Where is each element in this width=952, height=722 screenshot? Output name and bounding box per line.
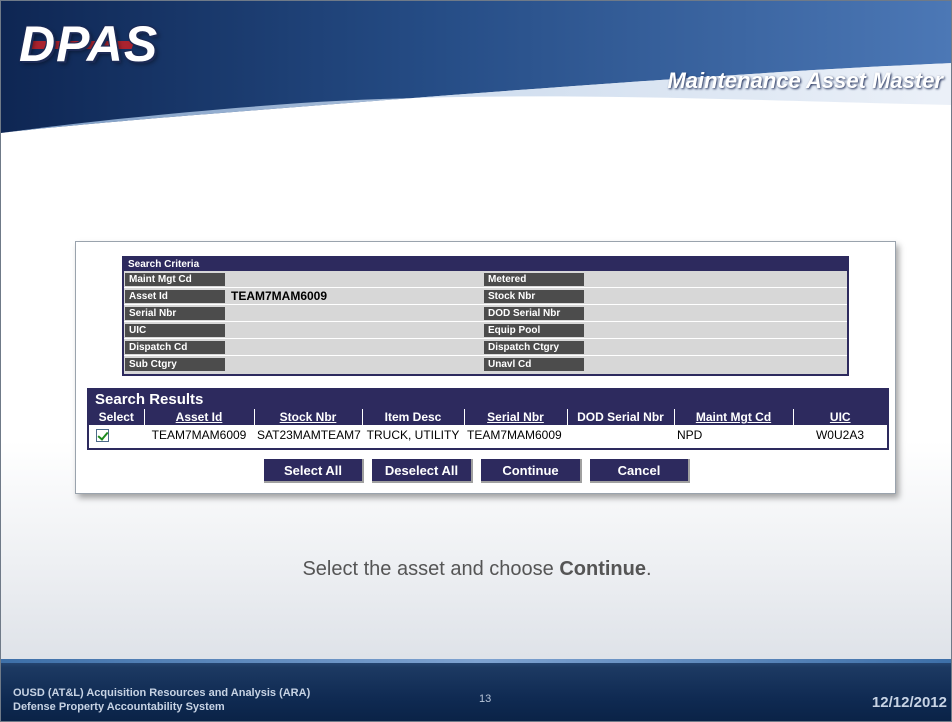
footer-org: OUSD (AT&L) Acquisition Resources and An… bbox=[13, 686, 310, 714]
row-select-checkbox[interactable] bbox=[96, 428, 109, 442]
criteria-row: Asset Id TEAM7MAM6009 Stock Nbr bbox=[124, 288, 847, 305]
continue-button[interactable]: Continue bbox=[481, 459, 582, 483]
serial-nbr-cell: TEAM7MAM6009 bbox=[467, 427, 562, 442]
search-results-table: Select Asset Id Stock Nbr Item Desc Seri… bbox=[89, 409, 887, 444]
stock-nbr-label: Stock Nbr bbox=[484, 290, 584, 303]
uic-label: UIC bbox=[125, 324, 225, 337]
cancel-button[interactable]: Cancel bbox=[590, 459, 690, 483]
search-results-title: Search Results bbox=[89, 390, 887, 409]
instruction-text: Select the asset and choose Continue. bbox=[1, 558, 951, 581]
criteria-row: Maint Mgt Cd Metered bbox=[124, 271, 847, 288]
page-title: Maintenance Asset Master bbox=[667, 68, 943, 93]
col-header-serial-nbr[interactable]: Serial Nbr bbox=[463, 409, 567, 425]
unavl-cd-label: Unavl Cd bbox=[484, 358, 584, 371]
page-number: 13 bbox=[479, 693, 492, 705]
criteria-row: Dispatch Cd Dispatch Ctgry bbox=[124, 339, 847, 356]
col-header-uic[interactable]: UIC bbox=[792, 409, 887, 425]
footer-org-line1: OUSD (AT&L) Acquisition Resources and An… bbox=[13, 687, 311, 699]
dod-serial-nbr-label: DOD Serial Nbr bbox=[484, 307, 584, 320]
search-results-panel: Search Results Select Asset Id Stock Nbr… bbox=[87, 388, 889, 450]
maint-mgt-cd-cell: NPD bbox=[677, 427, 703, 442]
dispatch-ctgry-label: Dispatch Ctgry bbox=[484, 341, 584, 354]
dispatch-cd-label: Dispatch Cd bbox=[125, 341, 225, 354]
footer-org-line2: Defense Property Accountability System bbox=[13, 701, 225, 713]
criteria-row: Serial Nbr DOD Serial Nbr bbox=[124, 305, 847, 322]
asset-id-value: TEAM7MAM6009 bbox=[231, 289, 328, 303]
col-header-asset-id[interactable]: Asset Id bbox=[143, 409, 254, 425]
instruction-suffix: . bbox=[645, 558, 652, 580]
slide: DPAS Maintenance Asset Master Search Cri… bbox=[0, 0, 952, 722]
deselect-all-button[interactable]: Deselect All bbox=[372, 459, 473, 483]
header-band: DPAS Maintenance Asset Master bbox=[1, 1, 951, 136]
col-header-dod-serial-nbr: DOD Serial Nbr bbox=[566, 409, 674, 425]
uic-cell: W0U2A3 bbox=[815, 427, 865, 442]
col-header-stock-nbr[interactable]: Stock Nbr bbox=[253, 409, 362, 425]
select-cell bbox=[89, 425, 144, 444]
table-row: TEAM7MAM6009 SAT23MAMTEAM7 TRUCK, UTILIT… bbox=[89, 425, 887, 444]
serial-nbr-label: Serial Nbr bbox=[125, 307, 225, 320]
dod-serial-nbr-cell bbox=[567, 425, 674, 444]
col-header-maint-mgt-cd[interactable]: Maint Mgt Cd bbox=[673, 409, 793, 425]
metered-label: Metered bbox=[484, 273, 584, 286]
dpas-logo: DPAS bbox=[19, 16, 159, 72]
col-header-select: Select bbox=[89, 409, 144, 425]
item-desc-cell: TRUCK, UTILITY bbox=[366, 427, 460, 442]
instruction-prefix: Select the asset and choose bbox=[302, 558, 560, 580]
select-all-button[interactable]: Select All bbox=[264, 459, 364, 483]
asset-id-label: Asset Id bbox=[125, 290, 225, 303]
col-header-item-desc: Item Desc bbox=[361, 409, 464, 425]
search-criteria-title: Search Criteria bbox=[124, 258, 847, 271]
instruction-emphasis: Continue bbox=[559, 558, 646, 580]
maint-mgt-cd-label: Maint Mgt Cd bbox=[125, 273, 225, 286]
asset-id-cell: TEAM7MAM6009 bbox=[151, 427, 247, 442]
criteria-row: UIC Equip Pool bbox=[124, 322, 847, 339]
footer-divider bbox=[1, 659, 951, 663]
sub-ctgry-label: Sub Ctgry bbox=[125, 358, 225, 371]
stock-nbr-cell: SAT23MAMTEAM7 bbox=[257, 427, 361, 442]
footer-date: 12/12/2012 bbox=[871, 694, 947, 711]
footer: OUSD (AT&L) Acquisition Resources and An… bbox=[1, 659, 951, 721]
equip-pool-label: Equip Pool bbox=[484, 324, 584, 337]
asset-search-dialog: Search Criteria Maint Mgt Cd Metered Ass… bbox=[75, 241, 896, 494]
table-header-row: Select Asset Id Stock Nbr Item Desc Seri… bbox=[89, 409, 887, 425]
search-criteria-panel: Search Criteria Maint Mgt Cd Metered Ass… bbox=[122, 256, 849, 376]
criteria-row: Sub Ctgry Unavl Cd bbox=[124, 356, 847, 373]
